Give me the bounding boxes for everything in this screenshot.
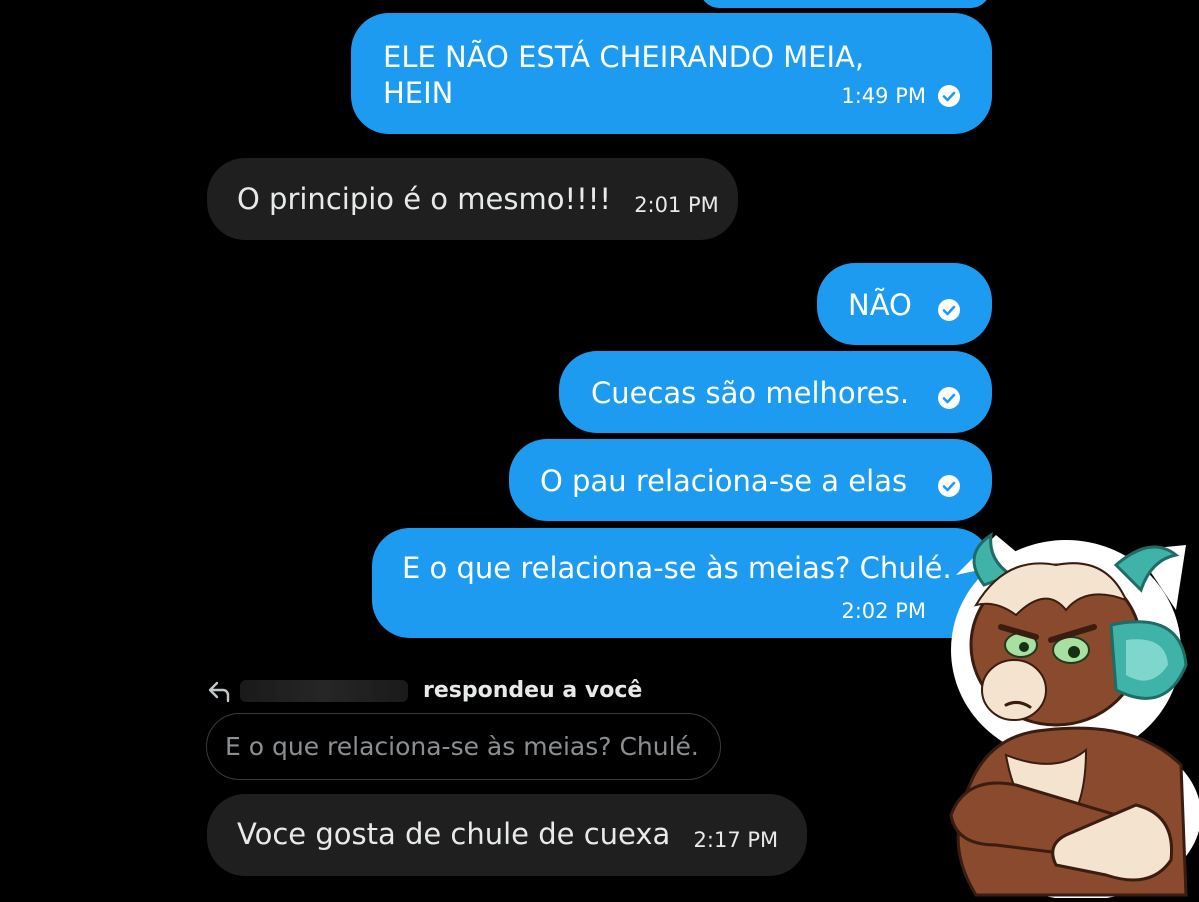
goat-sticker	[936, 515, 1199, 900]
message-text: O principio é o mesmo!!!!	[237, 182, 611, 216]
message-text: ELE NÃO ESTÁ CHEIRANDO MEIA, HEIN	[383, 40, 865, 110]
message-bubble-received[interactable]: O principio é o mesmo!!!! 2:01 PM	[207, 158, 738, 240]
message-time: 2:01 PM	[634, 193, 719, 217]
message-bubble-sent[interactable]: E o que relaciona-se às meias? Chulé. 2:…	[372, 528, 992, 638]
quoted-text: E o que relaciona-se às meias? Chulé.	[225, 732, 699, 761]
reply-arrow-icon	[206, 679, 232, 707]
message-text: Voce gosta de chule de cuexa	[237, 817, 671, 851]
read-check-icon	[938, 299, 960, 321]
message-text: NÃO	[848, 288, 912, 322]
message-time: 1:49 PM	[841, 84, 926, 108]
quoted-message[interactable]: E o que relaciona-se às meias? Chulé.	[206, 713, 721, 780]
message-bubble-sent[interactable]: O pau relaciona-se a elas	[509, 439, 992, 521]
message-text: E o que relaciona-se às meias? Chulé.	[402, 551, 952, 585]
message-time: 2:17 PM	[693, 828, 779, 852]
message-text: O pau relaciona-se a elas	[540, 464, 908, 498]
message-bubble-sent[interactable]: ELE NÃO ESTÁ CHEIRANDO MEIA, HEIN 1:49 P…	[351, 13, 992, 134]
message-bubble-sent[interactable]: Cuecas são melhores.	[559, 351, 992, 433]
message-bubble-sent[interactable]: NÃO	[817, 263, 992, 345]
read-check-icon	[938, 475, 960, 497]
reply-label: respondeu a você	[423, 678, 643, 703]
message-text: Cuecas são melhores.	[591, 376, 910, 410]
message-time: 2:02 PM	[841, 599, 926, 623]
redacted-username	[240, 680, 408, 702]
read-check-icon	[938, 387, 960, 409]
message-bubble-received[interactable]: Voce gosta de chule de cuexa 2:17 PM	[207, 794, 807, 876]
read-check-icon	[938, 85, 960, 107]
previous-message-bubble[interactable]	[700, 0, 990, 8]
